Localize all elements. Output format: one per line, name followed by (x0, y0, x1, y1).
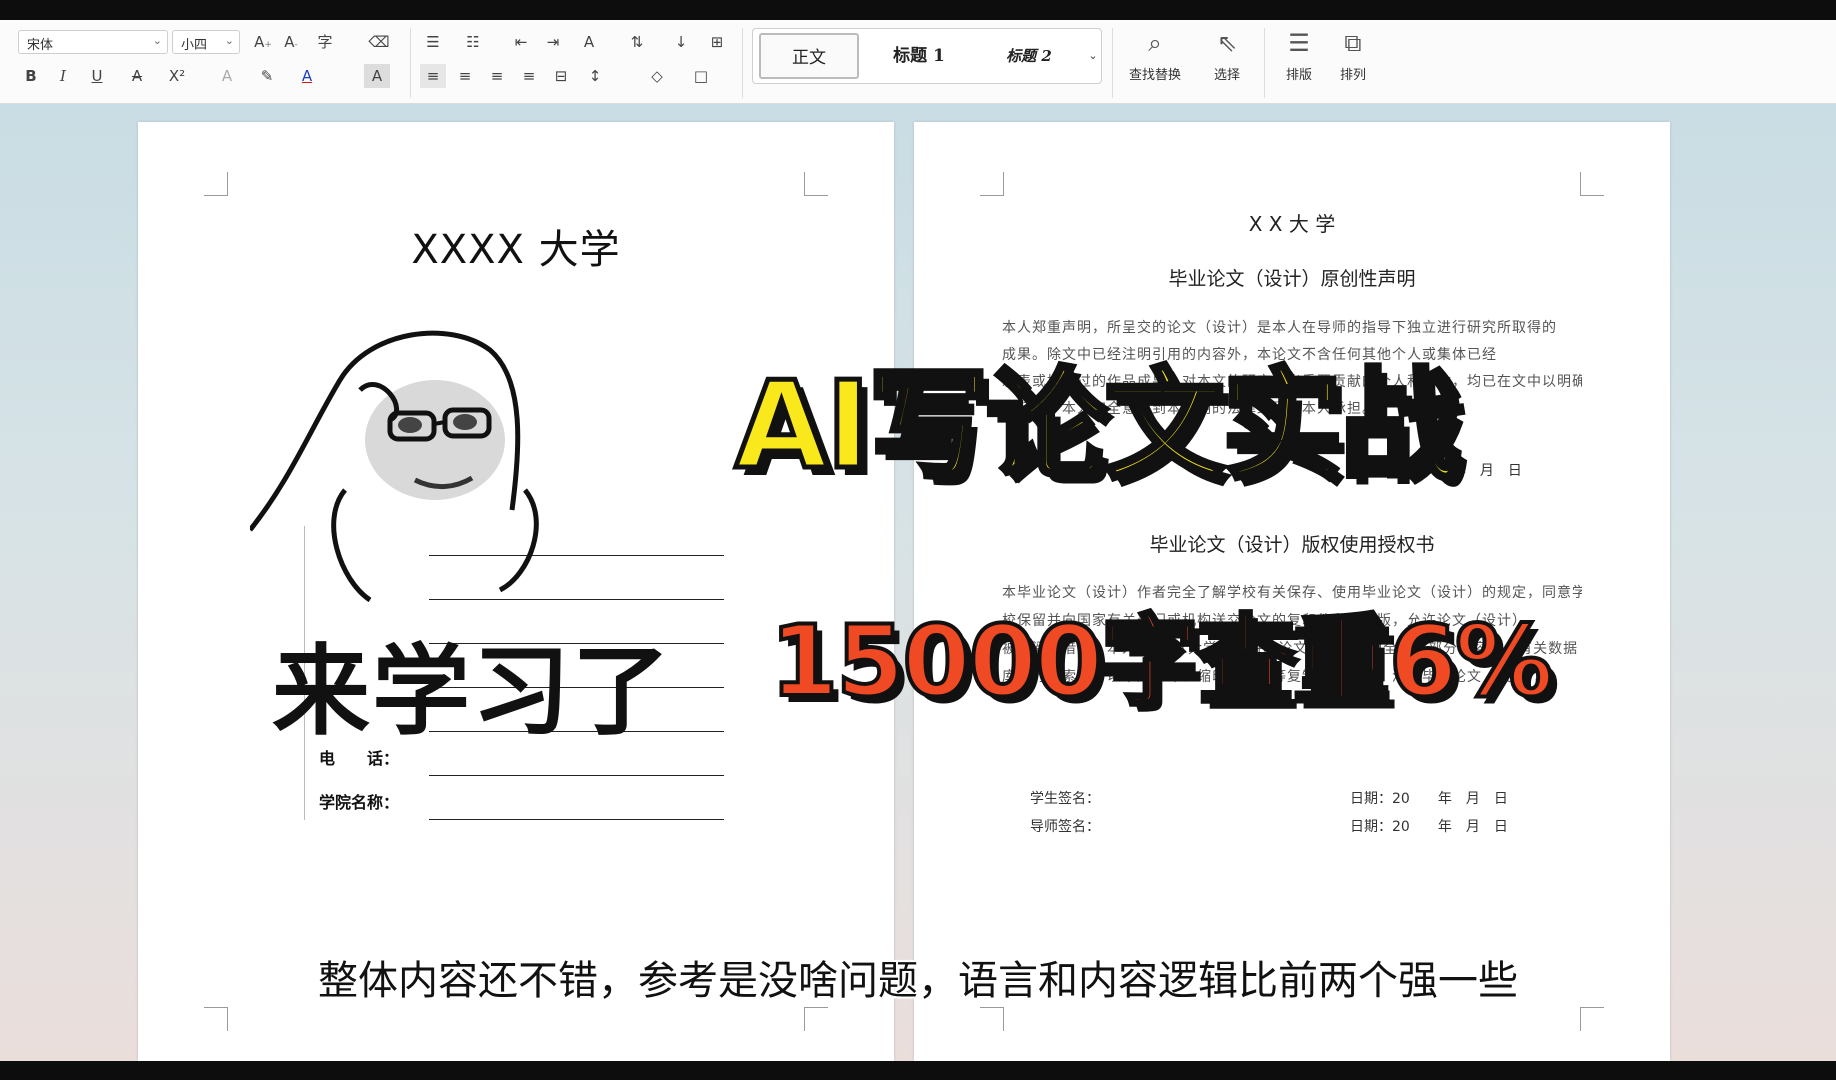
font-size-select[interactable]: 小四 ⌄ (172, 30, 240, 54)
find-replace-button[interactable]: ⌕ 查找替换 (1124, 26, 1186, 98)
crop-mark (1580, 1007, 1604, 1031)
table-row: 学院名称： (319, 776, 724, 820)
video-title: AI写论文实战 (733, 355, 1464, 499)
letterbox-bottom (0, 1061, 1836, 1080)
font-group: 宋体 ⌄ 小四 ⌄ A+ A- 字 ⌫ B I U A X² A ✎ A A (14, 24, 404, 100)
crop-mark (980, 1007, 1004, 1031)
find-replace-label: 查找替换 (1128, 68, 1181, 83)
style-heading-1[interactable]: 标题 1 (869, 33, 969, 79)
highlight-icon[interactable]: ✎ (254, 64, 280, 88)
arrange-label: 排列 (1339, 68, 1366, 83)
char-shading-icon[interactable]: A (364, 64, 390, 88)
style-gallery-scroll-icon[interactable]: ⌄ (1080, 44, 1106, 68)
meme-caption: 来学习了 (272, 635, 673, 749)
superscript-icon[interactable]: X² (164, 64, 190, 88)
style-heading-2[interactable]: 标题 2 (979, 33, 1079, 79)
underline-icon[interactable]: U (84, 64, 110, 88)
crop-mark (804, 1007, 828, 1031)
date-field: 日期：20 年 月 日 (1350, 819, 1508, 835)
line-spacing-icon[interactable]: ↕ (582, 64, 608, 88)
crop-mark (804, 172, 828, 196)
shrink-font-icon[interactable]: A- (278, 30, 304, 54)
arrange-button[interactable]: ⧉ 排列 (1322, 26, 1384, 98)
chevron-down-icon: ⌄ (224, 34, 234, 47)
font-name-select[interactable]: 宋体 ⌄ (18, 30, 168, 54)
cover-title: XXXX 大学 (411, 227, 621, 273)
ribbon-separator (410, 28, 411, 98)
italic-icon[interactable]: I (50, 64, 76, 88)
crop-mark (1580, 172, 1604, 196)
strikethrough-icon[interactable]: A (124, 64, 150, 88)
align-right-icon[interactable]: ≡ (484, 64, 510, 88)
ribbon-separator (1264, 28, 1265, 98)
layout-label: 排版 (1285, 68, 1312, 83)
align-center-icon[interactable]: ≡ (452, 64, 478, 88)
phonetic-icon[interactable]: 字 (312, 30, 338, 54)
increase-indent-icon[interactable]: ⇥ (540, 30, 566, 54)
grow-font-icon[interactable]: A+ (250, 30, 276, 54)
ribbon-toolbar: 宋体 ⌄ 小四 ⌄ A+ A- 字 ⌫ B I U A X² A ✎ A A ☰… (0, 20, 1836, 104)
style-gallery: 正文 标题 1 标题 2 (752, 28, 1102, 84)
letterbox-top (0, 0, 1836, 20)
bold-icon[interactable]: B (18, 64, 44, 88)
text-effect-icon[interactable]: A (214, 64, 240, 88)
align-left-icon[interactable]: ≡ (420, 64, 446, 88)
numbered-list-icon[interactable]: ☷ (460, 30, 486, 54)
declaration-title: 毕业论文（设计）原创性声明 (1168, 268, 1416, 290)
ribbon-separator (742, 28, 743, 98)
justify-icon[interactable]: ≡ (516, 64, 542, 88)
font-color-icon[interactable]: A (294, 64, 320, 88)
crop-mark (204, 172, 228, 196)
font-name-value: 宋体 (27, 38, 54, 53)
crop-mark (204, 1007, 228, 1031)
date-field: 日期：20 年 月 日 (1350, 791, 1508, 807)
clear-format-icon[interactable]: ⌫ (366, 30, 392, 54)
select-label: 选择 (1213, 68, 1240, 83)
paragraph-group: ☰ ☷ ⇤ ⇥ A ⇅ ↓ ⊞ ≡ ≡ ≡ ≡ ⊟ ↕ ◇ □ (416, 24, 736, 100)
font-size-value: 小四 (181, 38, 208, 53)
meme-face-image (250, 330, 539, 603)
cursor-icon: ⇖ (1216, 29, 1238, 57)
ribbon-separator (1112, 28, 1113, 98)
college-label: 学院名称： (319, 793, 400, 812)
video-stat-title: 15000字查重6% (768, 603, 1555, 721)
layout-icon: ☰ (1288, 29, 1310, 57)
university-name: X X 大 学 (1248, 212, 1336, 236)
arrange-icon: ⧉ (1344, 29, 1362, 57)
search-icon: ⌕ (1148, 29, 1162, 57)
border-icon[interactable]: □ (688, 64, 714, 88)
text-direction-icon[interactable]: A (576, 30, 602, 54)
decrease-indent-icon[interactable]: ⇤ (508, 30, 534, 54)
bullet-list-icon[interactable]: ☰ (420, 30, 446, 54)
authorization-title: 毕业论文（设计）版权使用授权书 (1149, 534, 1435, 556)
crop-mark (980, 172, 1004, 196)
select-button[interactable]: ⇖ 选择 (1196, 26, 1258, 98)
shading-icon[interactable]: ◇ (644, 64, 670, 88)
show-marks-icon[interactable]: ⊞ (704, 30, 730, 54)
layout-button[interactable]: ☰ 排版 (1268, 26, 1330, 98)
sort-icon[interactable]: ↓ (668, 30, 694, 54)
distributed-icon[interactable]: ⊟ (548, 64, 574, 88)
video-caption: 整体内容还不错，参考是没啥问题，语言和内容逻辑比前两个强一些 (318, 958, 1518, 1004)
style-normal[interactable]: 正文 (759, 33, 859, 79)
student-signature-label: 学生签名： (1030, 791, 1100, 807)
line-sort-icon[interactable]: ⇅ (624, 30, 650, 54)
chevron-down-icon: ⌄ (152, 34, 162, 47)
teacher-signature-label: 导师签名： (1030, 819, 1100, 835)
